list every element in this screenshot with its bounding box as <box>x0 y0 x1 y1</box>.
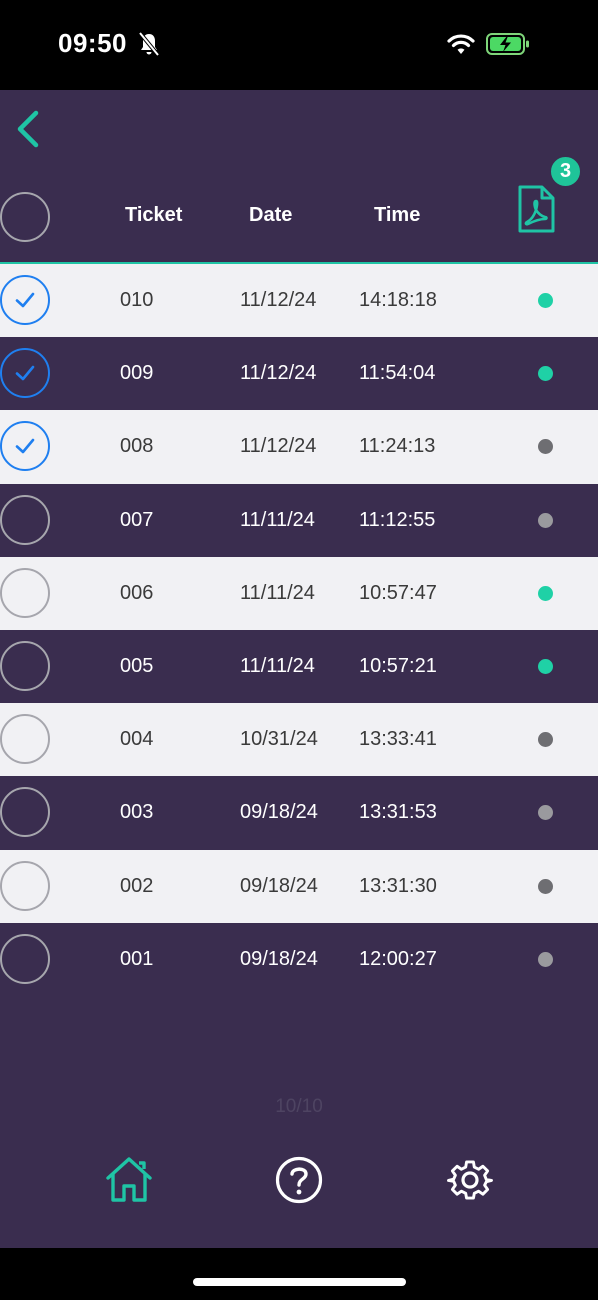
header-date: Date <box>249 204 293 226</box>
row-checkbox[interactable] <box>0 421 50 472</box>
row-checkbox[interactable] <box>0 640 50 691</box>
table-row[interactable]: 008 11/12/24 11:24:13 <box>0 410 598 484</box>
row-checkbox[interactable] <box>0 933 50 984</box>
table-row[interactable]: 009 11/12/24 11:54:04 <box>0 337 598 411</box>
ticket-list: 010 11/12/24 14:18:18 009 11/12/24 11:54:04 00… <box>0 264 598 996</box>
table-row[interactable]: 005 11/11/24 10:57:21 <box>0 629 598 704</box>
row-checkbox[interactable] <box>0 275 50 325</box>
row-time: 11:12:55 <box>359 508 436 531</box>
app-content: Ticket Date Time 3 010 11/12/24 14:18:18 00… <box>0 90 598 1248</box>
row-checkbox[interactable] <box>0 787 50 838</box>
row-checkbox[interactable] <box>0 714 50 765</box>
table-row[interactable]: 002 09/18/24 13:31:30 <box>0 849 598 923</box>
status-dot <box>538 512 553 528</box>
checkmark-icon <box>15 365 35 381</box>
row-checkbox[interactable] <box>0 494 50 545</box>
row-date: 11/12/24 <box>240 362 317 385</box>
row-checkbox[interactable] <box>0 567 50 618</box>
row-date: 11/11/24 <box>240 581 315 604</box>
row-date: 11/11/24 <box>240 508 315 531</box>
status-dot <box>538 585 553 601</box>
row-time: 13:33:41 <box>359 728 437 751</box>
home-icon <box>106 1157 152 1202</box>
header-time: Time <box>374 204 421 226</box>
row-time: 13:31:53 <box>359 801 437 824</box>
row-ticket: 007 <box>120 508 154 531</box>
row-ticket: 004 <box>120 728 154 751</box>
row-date: 11/12/24 <box>240 289 317 311</box>
table-row[interactable]: 001 09/18/24 12:00:27 <box>0 922 598 996</box>
row-ticket: 002 <box>120 874 154 897</box>
status-bar: 09:50 <box>0 0 598 90</box>
row-date: 10/31/24 <box>240 728 318 751</box>
chevron-left-icon <box>17 110 39 148</box>
row-time: 13:31:30 <box>359 874 437 897</box>
status-dot <box>538 439 553 455</box>
row-date: 09/18/24 <box>240 801 318 824</box>
bell-slash-icon <box>138 31 160 57</box>
row-time: 10:57:21 <box>359 654 437 677</box>
pdf-file-icon <box>518 185 555 233</box>
row-ticket: 001 <box>120 947 154 970</box>
screen: 09:50 Ticket Date Time 3 010 11/12/24 14… <box>0 0 598 1300</box>
row-checkbox[interactable] <box>0 860 50 911</box>
table-header: Ticket Date Time <box>0 182 598 262</box>
row-time: 10:57:47 <box>359 581 437 604</box>
wifi-icon <box>447 34 475 54</box>
status-dot <box>538 366 553 382</box>
export-pdf-button[interactable] <box>512 182 560 238</box>
status-dot <box>538 293 553 308</box>
page-count: 10/10 <box>275 1096 323 1117</box>
header-ticket: Ticket <box>125 204 183 226</box>
table-row[interactable]: 004 10/31/24 13:33:41 <box>0 703 598 777</box>
row-ticket: 009 <box>120 362 154 385</box>
status-dot <box>538 951 553 967</box>
row-ticket: 003 <box>120 801 154 824</box>
status-dot <box>538 732 553 748</box>
row-ticket: 005 <box>120 654 154 677</box>
table-row[interactable]: 003 09/18/24 13:31:53 <box>0 776 598 850</box>
row-date: 11/11/24 <box>240 654 315 677</box>
row-ticket: 010 <box>120 289 154 311</box>
table-row[interactable]: 010 11/12/24 14:18:18 <box>0 264 598 338</box>
row-time: 14:18:18 <box>359 289 437 311</box>
table-row[interactable]: 007 11/11/24 11:12:55 <box>0 483 598 557</box>
checkmark-icon <box>15 439 35 454</box>
select-all-checkbox[interactable] <box>0 192 50 242</box>
row-date: 09/18/24 <box>240 947 318 970</box>
row-time: 11:54:04 <box>359 362 436 385</box>
status-dot <box>538 658 553 674</box>
pdf-count-badge: 3 <box>549 155 582 188</box>
table-row[interactable]: 006 11/11/24 10:57:47 <box>0 556 598 630</box>
battery-charging-icon <box>486 33 529 55</box>
status-dot <box>538 878 553 894</box>
row-date: 11/12/24 <box>240 435 317 458</box>
status-time: 09:50 <box>58 28 127 58</box>
help-icon <box>275 1156 323 1204</box>
nav-home-button[interactable] <box>104 1155 154 1205</box>
row-date: 09/18/24 <box>240 874 318 897</box>
row-time: 12:00:27 <box>359 947 437 970</box>
home-indicator-area <box>0 1248 598 1300</box>
back-button[interactable] <box>10 108 46 150</box>
status-dot <box>538 805 553 821</box>
row-ticket: 008 <box>120 435 154 458</box>
row-time: 11:24:13 <box>359 435 436 458</box>
gear-icon <box>447 1160 493 1200</box>
row-ticket: 006 <box>120 581 154 604</box>
row-checkbox[interactable] <box>0 348 50 399</box>
checkmark-icon <box>15 292 35 308</box>
nav-help-button[interactable] <box>274 1155 324 1205</box>
nav-settings-button[interactable] <box>445 1155 495 1205</box>
home-indicator[interactable] <box>193 1278 406 1286</box>
